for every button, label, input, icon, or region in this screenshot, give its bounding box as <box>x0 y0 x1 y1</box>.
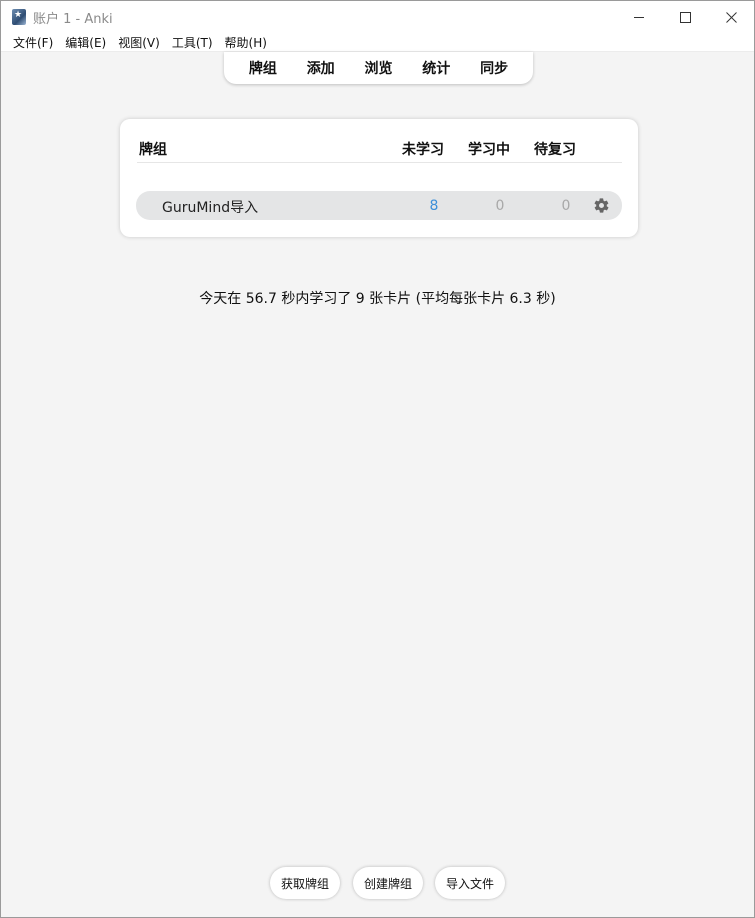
header-new: 未学习 <box>402 142 444 158</box>
maximize-button[interactable] <box>662 1 708 33</box>
header-deck: 牌组 <box>139 142 167 158</box>
menu-tools[interactable]: 工具(T) <box>166 34 219 51</box>
gear-icon[interactable] <box>593 197 610 214</box>
new-count: 8 <box>429 198 439 214</box>
review-count: 0 <box>561 198 571 214</box>
minimize-icon <box>633 16 644 18</box>
header-learning: 学习中 <box>468 142 510 158</box>
toolbar-sync[interactable]: 同步 <box>480 58 508 78</box>
toolbar-browse[interactable]: 浏览 <box>364 58 392 78</box>
toolbar-decks[interactable]: 牌组 <box>249 58 277 78</box>
header-review: 待复习 <box>534 142 576 158</box>
create-deck-button[interactable]: 创建牌组 <box>353 867 423 899</box>
learning-count: 0 <box>495 198 505 214</box>
menu-file[interactable]: 文件(F) <box>7 34 59 51</box>
menu-edit[interactable]: 编辑(E) <box>59 34 112 51</box>
anki-main-window: 账户 1 - Anki 文件(F) 编辑(E) 视图(V) 工具(T) 帮助(H… <box>0 0 755 918</box>
main-toolbar: 牌组 添加 浏览 统计 同步 <box>224 52 533 84</box>
minimize-button[interactable] <box>616 1 662 33</box>
close-icon <box>725 11 737 23</box>
close-button[interactable] <box>708 1 754 33</box>
toolbar-add[interactable]: 添加 <box>307 58 335 78</box>
title-bar[interactable]: 账户 1 - Anki <box>1 1 754 33</box>
toolbar-stats[interactable]: 统计 <box>422 58 450 78</box>
menu-bar: 文件(F) 编辑(E) 视图(V) 工具(T) 帮助(H) <box>1 33 754 52</box>
deck-row[interactable]: GuruMind导入 8 0 0 <box>136 191 622 220</box>
menu-view[interactable]: 视图(V) <box>112 34 166 51</box>
menu-help[interactable]: 帮助(H) <box>219 34 273 51</box>
window-title: 账户 1 - Anki <box>33 11 113 27</box>
deck-table-header: 牌组 未学习 学习中 待复习 <box>137 137 622 163</box>
anki-app-icon <box>12 9 26 25</box>
deck-name-link[interactable]: GuruMind导入 <box>162 197 258 217</box>
deck-list-card: 牌组 未学习 学习中 待复习 GuruMind导入 8 0 0 <box>120 119 638 237</box>
import-file-button[interactable]: 导入文件 <box>435 867 505 899</box>
window-controls <box>616 1 754 33</box>
study-stats-text: 今天在 56.7 秒内学习了 9 张卡片 (平均每张卡片 6.3 秒) <box>199 291 556 307</box>
get-shared-button[interactable]: 获取牌组 <box>270 867 340 899</box>
maximize-icon <box>679 11 691 23</box>
bottom-button-bar: 获取牌组 创建牌组 导入文件 <box>1 867 754 899</box>
